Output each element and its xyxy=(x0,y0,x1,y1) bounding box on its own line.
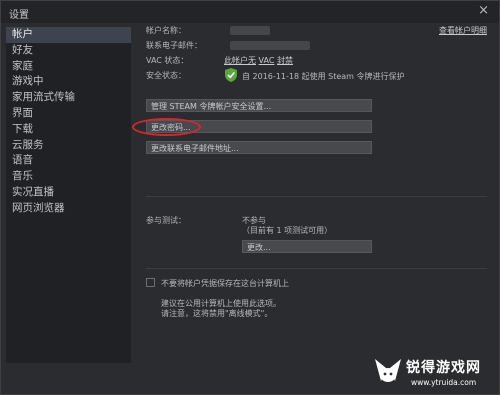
watermark-name: 锐得游戏网 xyxy=(406,360,481,376)
watermark-url: www.ytruida.com xyxy=(411,378,477,387)
settings-sidebar: 帐户 好友 家庭 游戏中 家用流式传输 界面 下载 云服务 语音 音乐 实况直播… xyxy=(6,27,131,363)
section-divider xyxy=(146,268,487,269)
title-bar: 设置 × xyxy=(1,1,499,23)
beta-change-button[interactable]: 更改... xyxy=(242,240,372,253)
site-watermark: 锐得游戏网 www.ytruida.com xyxy=(373,353,498,393)
beta-available: （目前有 1 项测试可用） xyxy=(242,226,333,235)
change-email-button[interactable]: 更改联系电子邮件地址... xyxy=(146,141,372,154)
shield-check-icon xyxy=(225,68,237,82)
manage-steam-guard-button[interactable]: 管理 STEAM 令牌帐户安全设置... xyxy=(146,99,372,112)
watermark-logo-icon xyxy=(375,359,401,382)
settings-window: 设置 × 帐户 好友 家庭 游戏中 家用流式传输 界面 下载 云服务 语音 音乐… xyxy=(0,0,500,395)
beta-label: 参与测试： xyxy=(146,216,186,225)
remember-credentials-label: 不要将帐户凭据保存在这台计算机上 xyxy=(161,279,289,288)
sidebar-item-home-streaming[interactable]: 家用流式传输 xyxy=(6,90,131,106)
account-panel: 帐户名称： 查看帐户明细 联系电子邮件： VAC 状态： 此帐户无 VAC 封禁… xyxy=(146,25,489,384)
vac-row: VAC 状态： 此帐户无 VAC 封禁 xyxy=(146,55,489,67)
section-divider xyxy=(146,196,487,197)
security-label: 安全状态： xyxy=(146,71,186,80)
remember-credentials-checkbox[interactable] xyxy=(146,278,155,287)
sidebar-item-downloads[interactable]: 下载 xyxy=(6,122,131,138)
sidebar-item-in-game[interactable]: 游戏中 xyxy=(6,74,131,90)
account-name-label: 帐户名称： xyxy=(146,26,186,35)
vac-ban-link[interactable]: 封禁 xyxy=(277,56,293,65)
sidebar-item-account[interactable]: 帐户 xyxy=(6,27,131,43)
sidebar-item-music[interactable]: 音乐 xyxy=(6,169,131,185)
account-name-redacted xyxy=(230,26,270,35)
email-label: 联系电子邮件： xyxy=(146,41,202,50)
remember-hint-line2: 请注意，这将禁用"离线模式"。 xyxy=(161,309,273,318)
sidebar-item-voice[interactable]: 语音 xyxy=(6,153,131,169)
sidebar-item-family[interactable]: 家庭 xyxy=(6,59,131,75)
vac-link[interactable]: VAC xyxy=(259,56,275,65)
security-row: 安全状态： 自 2016-11-18 起使用 Steam 令牌进行保护 xyxy=(146,70,489,84)
sidebar-item-friends[interactable]: 好友 xyxy=(6,43,131,59)
account-name-row: 帐户名称： 查看帐户明细 xyxy=(146,25,489,37)
sidebar-item-broadcasting[interactable]: 实况直播 xyxy=(6,185,131,201)
vac-label: VAC 状态： xyxy=(146,56,189,65)
view-account-details-link[interactable]: 查看帐户明细 xyxy=(439,25,487,36)
sidebar-item-web-browser[interactable]: 网页浏览器 xyxy=(6,201,131,217)
sidebar-item-interface[interactable]: 界面 xyxy=(6,106,131,122)
change-password-button[interactable]: 更改密码... xyxy=(146,120,372,133)
vac-status: 此帐户无 VAC 封禁 xyxy=(224,55,293,66)
window-title: 设置 xyxy=(9,10,29,21)
security-status-text: 自 2016-11-18 起使用 Steam 令牌进行保护 xyxy=(242,72,405,81)
vac-status-text[interactable]: 此帐户无 xyxy=(224,56,256,65)
sidebar-item-cloud[interactable]: 云服务 xyxy=(6,138,131,154)
email-redacted xyxy=(230,41,310,50)
email-row: 联系电子邮件： xyxy=(146,40,489,52)
close-icon[interactable]: × xyxy=(478,4,489,18)
